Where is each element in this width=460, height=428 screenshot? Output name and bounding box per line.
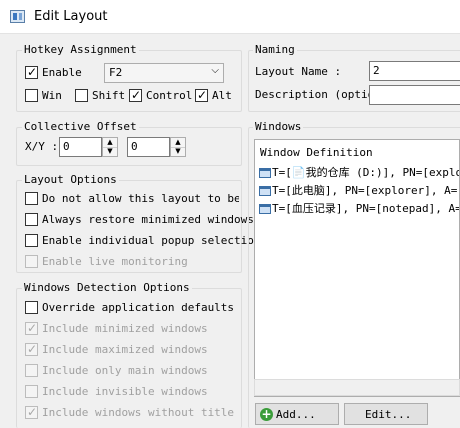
include-invisible-checkbox bbox=[25, 385, 38, 398]
add-icon: + bbox=[260, 407, 273, 421]
include-untitled-checkbox: ✓ bbox=[25, 405, 38, 419]
layout-options-group-label: Layout Options bbox=[22, 173, 119, 186]
include-minimized-label: Include minimized windows bbox=[42, 322, 208, 335]
enable-hotkey-checkbox[interactable]: ✓ bbox=[25, 65, 38, 79]
list-item-text: T=[此电脑], PN=[explorer], A=[1 bbox=[272, 184, 460, 197]
hotkey-combobox[interactable]: F2 ⌵ bbox=[104, 63, 224, 83]
window-definition-list[interactable]: Window Definition T=[📄我的仓库 (D:)], PN=[ex… bbox=[254, 139, 460, 397]
window-title: Edit Layout bbox=[34, 9, 108, 24]
chevron-down-icon: ⌵ bbox=[211, 65, 219, 76]
individual-popup-checkbox[interactable] bbox=[25, 234, 38, 247]
include-minimized-checkbox: ✓ bbox=[25, 321, 38, 335]
always-restore-label: Always restore minimized windows bbox=[42, 213, 254, 226]
edit-button[interactable]: Edit... bbox=[344, 403, 428, 425]
hotkey-group-label: Hotkey Assignment bbox=[22, 43, 139, 56]
windows-group-label: Windows bbox=[253, 120, 304, 133]
naming-group-label: Naming bbox=[253, 43, 297, 56]
layout-name-input[interactable]: 2 bbox=[369, 61, 460, 81]
include-maximized-label: Include maximized windows bbox=[42, 343, 208, 356]
win-modifier-label: Win bbox=[42, 89, 62, 102]
layout-name-label: Layout Name : bbox=[255, 65, 342, 78]
y-offset-spinner[interactable]: ▲ ▼ bbox=[170, 137, 186, 157]
spin-down-icon[interactable]: ▼ bbox=[171, 147, 185, 156]
hotkey-value: F2 bbox=[109, 66, 123, 79]
win-modifier-checkbox[interactable] bbox=[25, 89, 38, 102]
enable-hotkey-label: Enable bbox=[42, 66, 82, 79]
window-icon bbox=[259, 168, 271, 178]
include-invisible-label: Include invisible windows bbox=[42, 385, 208, 398]
check-icon: ✓ bbox=[131, 88, 142, 102]
add-button[interactable]: + Add... bbox=[255, 403, 339, 425]
x-offset-spinner[interactable]: ▲ ▼ bbox=[102, 137, 118, 157]
spin-down-icon[interactable]: ▼ bbox=[103, 147, 117, 156]
control-modifier-checkbox[interactable]: ✓ bbox=[129, 88, 142, 102]
layout-icon bbox=[10, 10, 25, 23]
live-monitoring-checkbox bbox=[25, 255, 38, 268]
edit-button-label: Edit... bbox=[365, 408, 412, 421]
include-maximized-checkbox: ✓ bbox=[25, 342, 38, 356]
offset-group-label: Collective Offset bbox=[22, 120, 139, 133]
control-modifier-label: Control bbox=[146, 89, 193, 102]
shift-modifier-checkbox[interactable] bbox=[75, 89, 88, 102]
override-defaults-checkbox[interactable] bbox=[25, 301, 38, 314]
check-icon: ✓ bbox=[27, 342, 38, 356]
override-defaults-label: Override application defaults bbox=[42, 301, 235, 314]
include-untitled-label: Include windows without title bbox=[42, 406, 235, 419]
alt-modifier-checkbox[interactable]: ✓ bbox=[195, 88, 208, 102]
check-icon: ✓ bbox=[27, 405, 38, 419]
y-offset-input[interactable]: 0 bbox=[127, 137, 170, 157]
list-item[interactable]: T=[血压记录], PN=[notepad], A=[ bbox=[259, 200, 460, 217]
alt-modifier-label: Alt bbox=[212, 89, 232, 102]
horizontal-scrollbar[interactable] bbox=[254, 379, 460, 396]
individual-popup-label: Enable individual popup selection bbox=[42, 234, 261, 247]
x-offset-input[interactable]: 0 bbox=[59, 137, 102, 157]
add-button-label: Add... bbox=[276, 408, 316, 421]
include-main-only-checkbox bbox=[25, 364, 38, 377]
include-main-only-label: Include only main windows bbox=[42, 364, 208, 377]
description-input[interactable] bbox=[369, 85, 460, 105]
check-icon: ✓ bbox=[197, 88, 208, 102]
always-restore-checkbox[interactable] bbox=[25, 213, 38, 226]
list-item-text: T=[📄我的仓库 (D:)], PN=[explorer bbox=[272, 166, 459, 179]
window-icon bbox=[259, 186, 271, 196]
xy-label: X/Y : bbox=[25, 140, 59, 153]
do-not-allow-label: Do not allow this layout to be ap bbox=[42, 192, 239, 205]
list-item[interactable]: T=[📄我的仓库 (D:)], PN=[explorer bbox=[259, 164, 459, 181]
do-not-allow-checkbox[interactable] bbox=[25, 192, 38, 205]
check-icon: ✓ bbox=[27, 65, 38, 79]
list-item[interactable]: T=[此电脑], PN=[explorer], A=[1 bbox=[259, 182, 460, 199]
shift-modifier-label: Shift bbox=[92, 89, 126, 102]
check-icon: ✓ bbox=[27, 321, 38, 335]
detection-group-label: Windows Detection Options bbox=[22, 281, 192, 294]
list-item-text: T=[血压记录], PN=[notepad], A=[ bbox=[272, 202, 460, 215]
window-icon bbox=[259, 204, 271, 214]
live-monitoring-label: Enable live monitoring bbox=[42, 255, 188, 268]
column-header: Window Definition bbox=[260, 146, 373, 159]
